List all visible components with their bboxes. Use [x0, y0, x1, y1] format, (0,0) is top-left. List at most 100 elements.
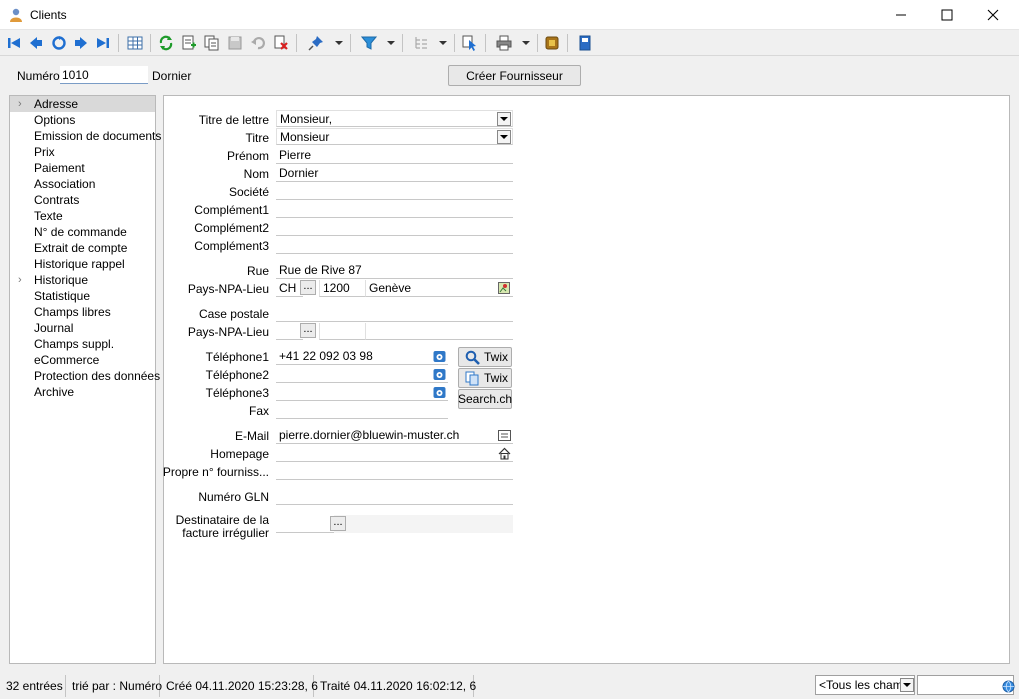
sidebar-item[interactable]: Protection des données: [10, 368, 160, 384]
complement2-input[interactable]: [276, 219, 513, 236]
titre-dropdown-arrow[interactable]: [497, 130, 511, 144]
fax-label: Fax: [248, 404, 269, 418]
case-postale-label: Case postale: [198, 307, 269, 321]
close-button[interactable]: [970, 0, 1016, 30]
addon-button[interactable]: [543, 34, 561, 52]
pays-lookup-button[interactable]: ...: [300, 280, 316, 295]
destinataire-lookup-button[interactable]: ...: [330, 516, 346, 531]
dial-telephone1-button[interactable]: [432, 349, 446, 363]
complement3-input[interactable]: [276, 237, 513, 254]
sidebar-item[interactable]: Extrait de compte: [10, 240, 155, 256]
export-button[interactable]: [576, 34, 594, 52]
next-record-button[interactable]: [72, 34, 90, 52]
delete-button[interactable]: [272, 34, 290, 52]
new-record-button[interactable]: [180, 34, 198, 52]
create-supplier-button[interactable]: Créer Fournisseur: [448, 65, 581, 86]
field-filter-dropdown-arrow[interactable]: [900, 678, 914, 692]
twix-search-button[interactable]: Twix: [458, 347, 512, 367]
prev-record-icon: [30, 37, 42, 49]
chevron-right-icon[interactable]: ›: [18, 272, 22, 288]
tree-button[interactable]: [412, 34, 430, 52]
npa-input[interactable]: 1200: [319, 280, 365, 297]
destinataire-input[interactable]: [276, 515, 334, 533]
sidebar-item[interactable]: Paiement: [10, 160, 155, 176]
titre-select[interactable]: Monsieur: [276, 128, 513, 145]
filter-dropdown-arrow[interactable]: [387, 41, 395, 45]
lieu-input[interactable]: Genève: [365, 280, 513, 297]
telephone3-input[interactable]: [276, 384, 448, 401]
fax-input[interactable]: [276, 402, 448, 419]
filter-button[interactable]: [360, 34, 378, 52]
numero-input[interactable]: [60, 66, 148, 84]
complement1-input[interactable]: [276, 201, 513, 218]
lieu2-input[interactable]: [365, 323, 513, 340]
prenom-input[interactable]: Pierre: [276, 147, 513, 164]
pin-dropdown-arrow[interactable]: [335, 41, 343, 45]
table-view-button[interactable]: [126, 34, 144, 52]
sidebar-item[interactable]: eCommerce: [10, 352, 155, 368]
sidebar-item[interactable]: N° de commande: [10, 224, 155, 240]
email-input[interactable]: pierre.dornier@bluewin-muster.ch: [276, 427, 513, 444]
titre-lettre-dropdown-arrow[interactable]: [497, 112, 511, 126]
sidebar-item[interactable]: Champs libres: [10, 304, 155, 320]
sidebar-item[interactable]: Journal: [10, 320, 155, 336]
titre-lettre-select[interactable]: Monsieur,: [276, 110, 513, 127]
sidebar-item[interactable]: Options: [10, 112, 155, 128]
phone-icon: [433, 350, 445, 362]
sidebar-item[interactable]: Contrats: [10, 192, 155, 208]
sidebar-item[interactable]: Emission de documents: [10, 128, 161, 144]
sidebar-item-label: Journal: [34, 321, 74, 335]
telephone1-input[interactable]: +41 22 092 03 98: [276, 348, 448, 365]
sidebar-item[interactable]: Champs suppl.: [10, 336, 155, 352]
copy-record-button[interactable]: [203, 34, 221, 52]
reload-button[interactable]: [157, 34, 175, 52]
npa2-input[interactable]: [319, 323, 365, 340]
search-ch-button[interactable]: Search.ch: [458, 389, 512, 409]
sidebar-item-label: Contrats: [34, 193, 80, 207]
sidebar-item-label: N° de commande: [34, 225, 127, 239]
sidebar-item[interactable]: Texte: [10, 208, 155, 224]
map-lookup-button[interactable]: [497, 281, 511, 295]
open-homepage-button[interactable]: [497, 446, 511, 460]
print-dropdown-arrow[interactable]: [522, 41, 530, 45]
quick-search-input[interactable]: [917, 675, 1014, 695]
societe-input[interactable]: [276, 183, 513, 200]
tree-dropdown-arrow[interactable]: [439, 41, 447, 45]
dial-telephone2-button[interactable]: [432, 367, 446, 381]
pays-input[interactable]: CH: [276, 280, 303, 297]
sidebar-item[interactable]: › Historique: [10, 272, 155, 288]
sidebar-item[interactable]: Prix: [10, 144, 155, 160]
first-record-button[interactable]: [5, 34, 23, 52]
pays2-lookup-button[interactable]: ...: [300, 323, 316, 338]
sidebar-item[interactable]: Historique rappel: [10, 256, 155, 272]
sidebar-item[interactable]: Statistique: [10, 288, 155, 304]
twix-copy-button[interactable]: Twix: [458, 368, 512, 388]
refresh-nav-button[interactable]: [50, 34, 68, 52]
gln-input[interactable]: [276, 488, 513, 505]
save-button[interactable]: [226, 34, 244, 52]
chevron-right-icon[interactable]: ›: [18, 96, 22, 112]
last-record-button[interactable]: [94, 34, 112, 52]
sidebar-item[interactable]: Archive: [10, 384, 155, 400]
dial-telephone3-button[interactable]: [432, 385, 446, 399]
nom-input[interactable]: Dornier: [276, 165, 513, 182]
select-cursor-button[interactable]: [461, 34, 479, 52]
telephone2-input[interactable]: [276, 366, 448, 383]
propre-no-input[interactable]: [276, 463, 513, 480]
undo-button[interactable]: [249, 34, 267, 52]
send-email-button[interactable]: [497, 428, 511, 442]
sidebar-item[interactable]: › Adresse: [10, 96, 155, 112]
globe-search-button[interactable]: [1001, 679, 1015, 693]
print-button[interactable]: [495, 34, 513, 52]
societe-label: Société: [228, 185, 269, 199]
pays2-input[interactable]: [276, 323, 303, 340]
status-entries: 32 entrées: [0, 675, 66, 697]
pin-button[interactable]: [307, 34, 325, 52]
case-postale-input[interactable]: [276, 305, 513, 322]
rue-input[interactable]: Rue de Rive 87: [276, 262, 513, 279]
maximize-button[interactable]: [924, 0, 970, 30]
prev-record-button[interactable]: [27, 34, 45, 52]
sidebar-item[interactable]: Association: [10, 176, 155, 192]
minimize-button[interactable]: [878, 0, 924, 30]
homepage-input[interactable]: [276, 445, 513, 462]
